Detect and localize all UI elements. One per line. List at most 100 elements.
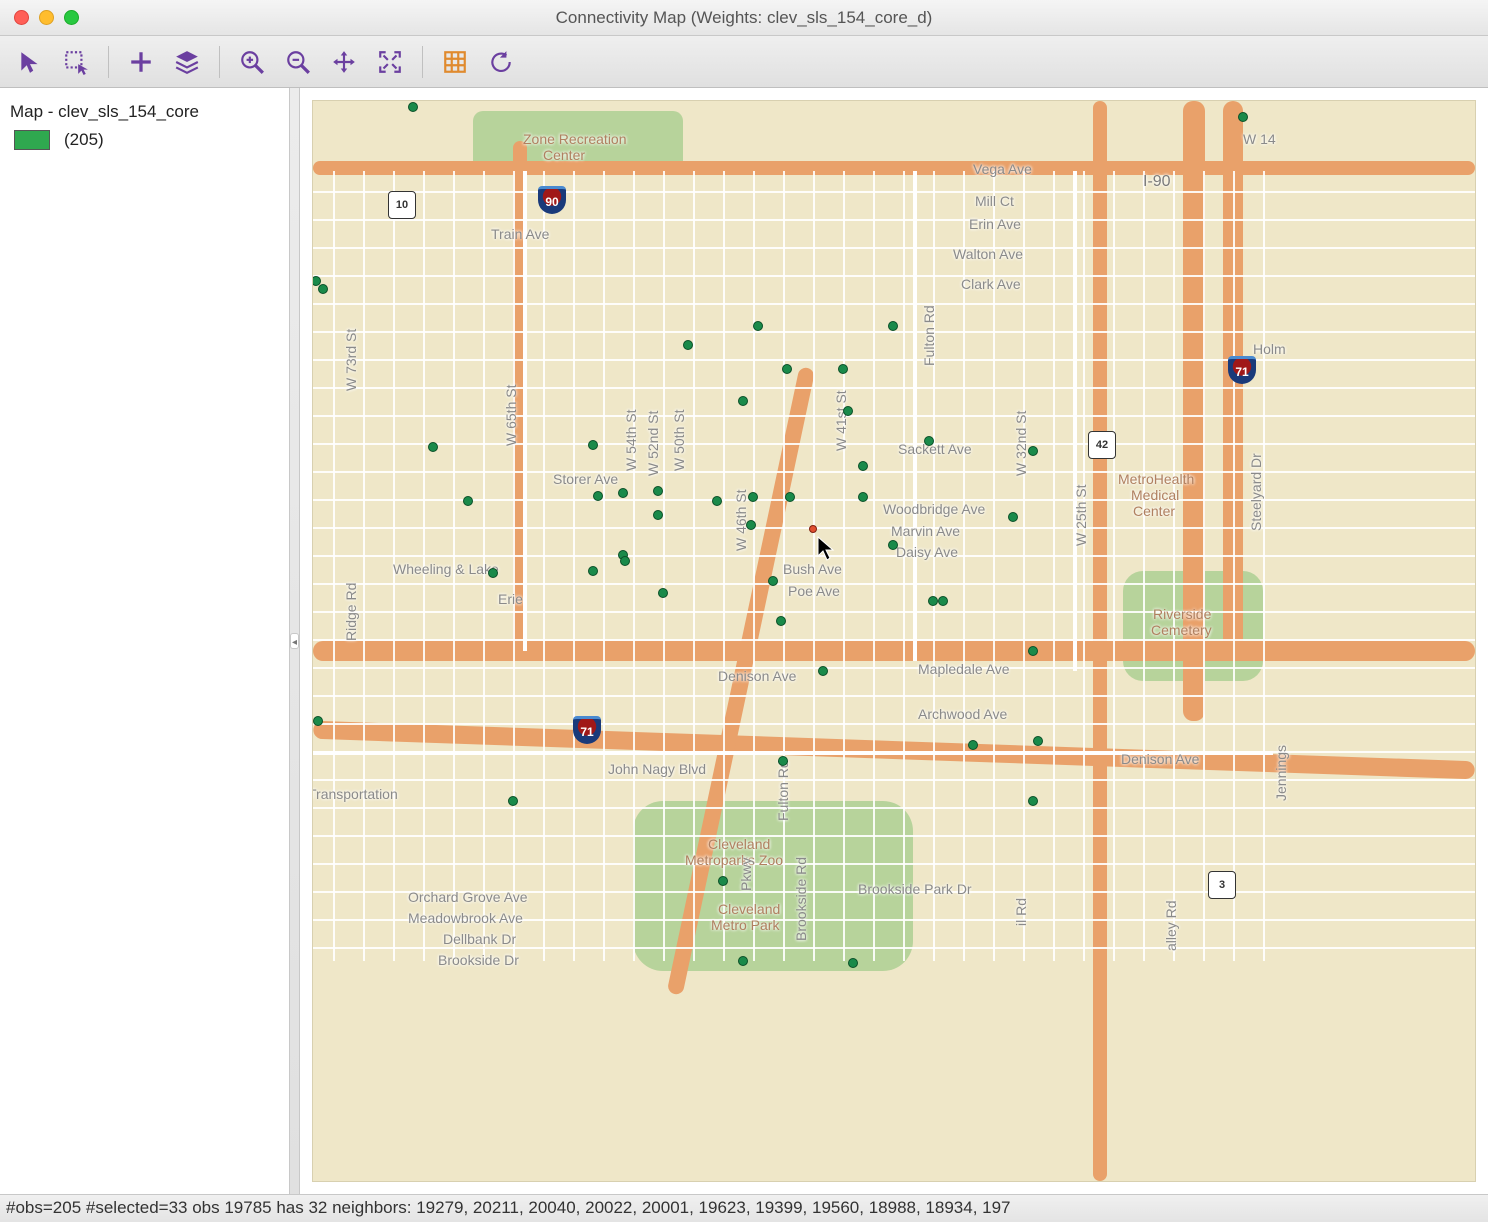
street-minor (603, 171, 605, 961)
data-point[interactable] (938, 596, 948, 606)
street-minor (313, 835, 1475, 837)
data-point[interactable] (1033, 736, 1043, 746)
street-minor (313, 331, 1475, 333)
add-icon[interactable] (121, 42, 161, 82)
data-point[interactable] (888, 321, 898, 331)
data-point[interactable] (653, 486, 663, 496)
data-point[interactable] (928, 596, 938, 606)
map-label: John Nagy Blvd (608, 761, 706, 777)
street-minor (573, 171, 575, 961)
data-point[interactable] (588, 566, 598, 576)
data-point[interactable] (746, 520, 756, 530)
street-minor (513, 171, 515, 961)
data-point[interactable] (838, 364, 848, 374)
map-label: Zone Recreation (523, 131, 627, 147)
street-minor (1023, 171, 1025, 961)
mouse-cursor-icon (817, 536, 835, 562)
data-point[interactable] (593, 491, 603, 501)
street-minor (313, 723, 1475, 725)
map-label: I-90 (1143, 173, 1171, 191)
data-point[interactable] (653, 510, 663, 520)
map-label: Steelyard Dr (1248, 453, 1264, 531)
pointer-icon[interactable] (10, 42, 50, 82)
zoom-in-icon[interactable] (232, 42, 272, 82)
data-point[interactable] (318, 284, 328, 294)
data-point[interactable] (712, 496, 722, 506)
data-point[interactable] (588, 440, 598, 450)
data-point[interactable] (1028, 446, 1038, 456)
data-point[interactable] (313, 716, 323, 726)
selected-data-point[interactable] (809, 525, 817, 533)
map-label: Wheeling & Lake (393, 561, 499, 577)
basemap-icon[interactable] (435, 42, 475, 82)
data-point[interactable] (818, 666, 828, 676)
map-label: W 54th St (623, 410, 639, 471)
data-point[interactable] (408, 102, 418, 112)
street-minor (1233, 171, 1235, 961)
map-viewport[interactable]: Zone RecreationCenterVega AveI-90Mill Ct… (300, 88, 1488, 1194)
data-point[interactable] (1028, 646, 1038, 656)
street-minor (313, 303, 1475, 305)
data-point[interactable] (618, 488, 628, 498)
legend-entry[interactable]: (205) (14, 130, 279, 150)
map-label: W 65th St (503, 385, 519, 446)
layers-icon[interactable] (167, 42, 207, 82)
legend-title: Map - clev_sls_154_core (10, 102, 279, 122)
street-minor (843, 171, 845, 961)
status-bar: #obs=205 #selected=33 obs 19785 has 32 n… (0, 1194, 1488, 1222)
data-point[interactable] (463, 496, 473, 506)
data-point[interactable] (753, 321, 763, 331)
map-label: W 32nd St (1013, 411, 1029, 476)
data-point[interactable] (620, 556, 630, 566)
data-point[interactable] (924, 436, 934, 446)
data-point[interactable] (1238, 112, 1248, 122)
street-minor (313, 415, 1475, 417)
map-label: Meadowbrook Ave (408, 910, 523, 926)
map-label: Cemetery (1151, 622, 1212, 638)
street-minor (1053, 171, 1055, 961)
map-label: Walton Ave (953, 246, 1023, 262)
map-label: alley Rd (1163, 900, 1179, 951)
data-point[interactable] (888, 540, 898, 550)
map-label: Vega Ave (973, 161, 1032, 177)
map-label: Poe Ave (788, 583, 840, 599)
street-minor (313, 947, 1475, 949)
data-point[interactable] (782, 364, 792, 374)
data-point[interactable] (748, 492, 758, 502)
data-point[interactable] (718, 876, 728, 886)
map-label: Mill Ct (975, 193, 1014, 209)
data-point[interactable] (968, 740, 978, 750)
data-point[interactable] (858, 492, 868, 502)
map-canvas[interactable]: Zone RecreationCenterVega AveI-90Mill Ct… (312, 100, 1476, 1182)
street-minor (663, 171, 665, 961)
data-point[interactable] (778, 756, 788, 766)
street-minor (1083, 171, 1085, 961)
data-point[interactable] (683, 340, 693, 350)
street-minor (333, 171, 335, 961)
data-point[interactable] (738, 956, 748, 966)
data-point[interactable] (508, 796, 518, 806)
splitter-handle[interactable]: ◂ (290, 88, 300, 1194)
data-point[interactable] (488, 568, 498, 578)
pan-icon[interactable] (324, 42, 364, 82)
map-label: Fulton Rd (775, 760, 791, 821)
route-shield: 10 (388, 191, 416, 219)
data-point[interactable] (848, 958, 858, 968)
data-point[interactable] (768, 576, 778, 586)
data-point[interactable] (1028, 796, 1038, 806)
data-point[interactable] (843, 406, 853, 416)
fit-extent-icon[interactable] (370, 42, 410, 82)
data-point[interactable] (776, 616, 786, 626)
select-rect-icon[interactable] (56, 42, 96, 82)
refresh-icon[interactable] (481, 42, 521, 82)
data-point[interactable] (785, 492, 795, 502)
data-point[interactable] (1008, 512, 1018, 522)
data-point[interactable] (428, 442, 438, 452)
zoom-out-icon[interactable] (278, 42, 318, 82)
data-point[interactable] (658, 588, 668, 598)
data-point[interactable] (738, 396, 748, 406)
data-point[interactable] (858, 461, 868, 471)
toolbar-separator (422, 46, 423, 78)
street (1073, 171, 1077, 671)
street-minor (313, 611, 1475, 613)
